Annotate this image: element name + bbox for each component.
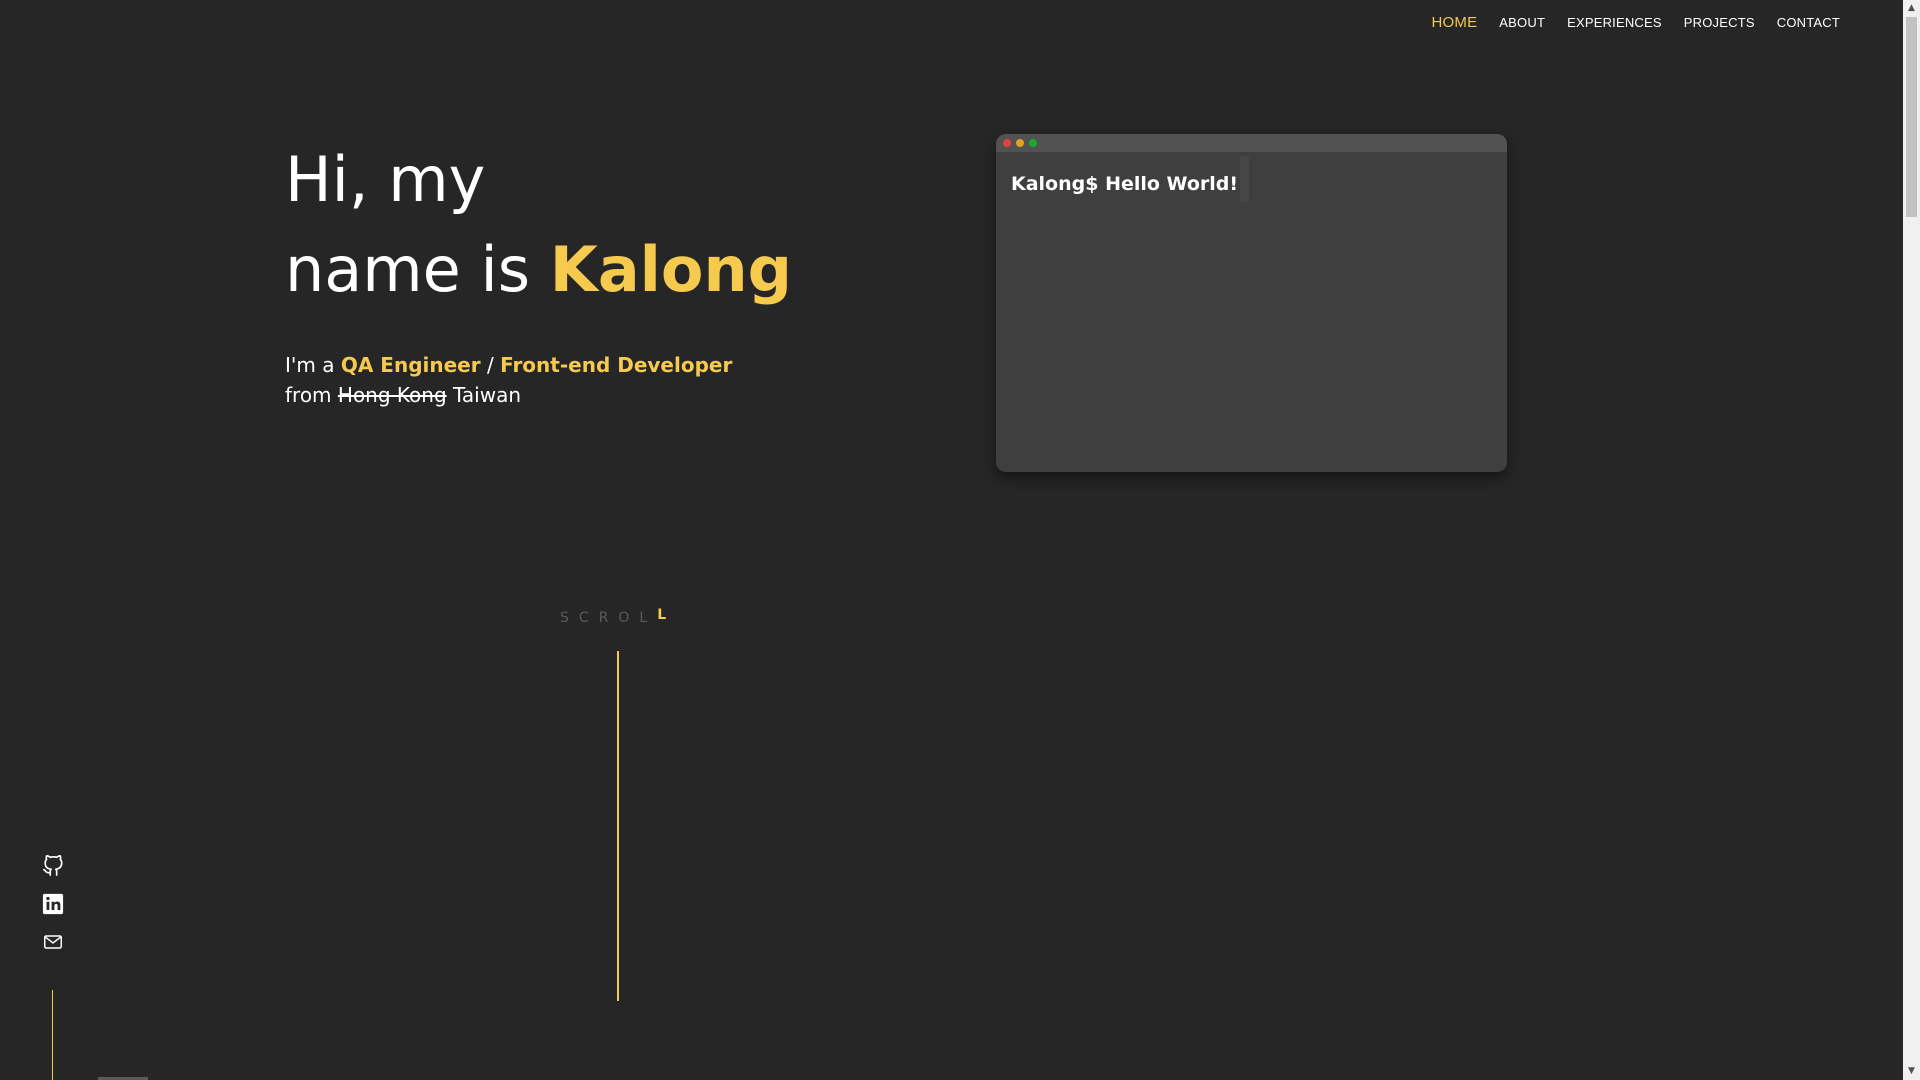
role-qa-engineer: QA Engineer (340, 353, 481, 377)
role-separator: / (480, 353, 501, 377)
page: HOME ABOUT EXPERIENCES PROJECTS CONTACT … (0, 0, 1920, 1080)
social-divider-line (52, 990, 53, 1080)
minimize-dot-icon (1016, 139, 1024, 147)
close-dot-icon (1003, 139, 1011, 147)
top-nav: HOME ABOUT EXPERIENCES PROJECTS CONTACT (1431, 14, 1840, 31)
scroll-text-dim: SCROL (560, 610, 658, 626)
nav-experiences-link[interactable]: EXPERIENCES (1567, 15, 1662, 30)
hero-line-2-prefix: name is (285, 233, 550, 306)
scroll-line (617, 651, 619, 1001)
social-links (42, 855, 64, 953)
scrollbar-thumb[interactable] (1906, 17, 1917, 217)
terminal-text: Kalong$ Hello World! (1011, 173, 1239, 195)
linkedin-icon (42, 893, 64, 915)
linkedin-link[interactable] (42, 893, 64, 915)
scrollbar[interactable]: ▲ ▼ (1903, 0, 1920, 1080)
scroll-text-accent: L (657, 607, 677, 623)
hero-subtitle: I'm a QA Engineer / Front-end Developer … (285, 350, 732, 410)
current-location: Taiwan (453, 383, 522, 407)
terminal-body: Kalong$ Hello World! (996, 152, 1507, 216)
hero-title: Hi, my name is Kalong (285, 135, 792, 315)
from-prefix: from (285, 383, 338, 407)
nav-contact-link[interactable]: CONTACT (1777, 15, 1840, 30)
hero-name: Kalong (549, 233, 793, 306)
terminal-titlebar (996, 134, 1507, 152)
hero-line-1: Hi, my (285, 143, 486, 216)
mail-icon (44, 935, 62, 949)
old-location: Hong Kong (337, 383, 447, 407)
nav-about-link[interactable]: ABOUT (1499, 15, 1545, 30)
scroll-up-arrow-icon[interactable]: ▲ (1903, 0, 1920, 17)
github-icon (43, 855, 63, 876)
github-link[interactable] (42, 855, 64, 877)
maximize-dot-icon (1029, 139, 1037, 147)
scroll-indicator-text: SCROLL (560, 607, 677, 626)
scroll-down-arrow-icon[interactable]: ▼ (1903, 1063, 1920, 1080)
nav-home-link[interactable]: HOME (1431, 14, 1477, 31)
terminal-window: Kalong$ Hello World! (996, 134, 1507, 472)
mail-link[interactable] (42, 931, 64, 953)
terminal-cursor (1240, 156, 1250, 202)
nav-projects-link[interactable]: PROJECTS (1684, 15, 1755, 30)
sub-prefix: I'm a (285, 353, 341, 377)
role-frontend-developer: Front-end Developer (500, 353, 733, 377)
